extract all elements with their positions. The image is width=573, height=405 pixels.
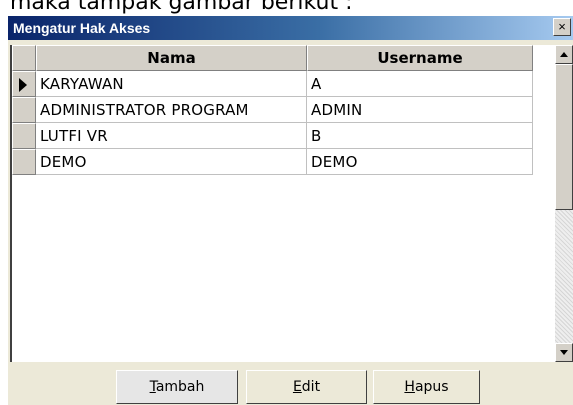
scroll-down-button[interactable] <box>555 343 573 362</box>
window-titlebar[interactable]: Mengatur Hak Akses × <box>8 16 573 40</box>
table-row[interactable]: ADMINISTRATOR PROGRAM ADMIN <box>12 97 533 123</box>
cell-nama[interactable]: ADMINISTRATOR PROGRAM <box>36 97 307 123</box>
table-row[interactable]: KARYAWAN A <box>12 71 533 97</box>
row-selector[interactable] <box>12 123 36 149</box>
user-access-grid[interactable]: Nama Username KARYAWAN A ADMINISTRATOR P… <box>10 45 555 362</box>
window-title: Mengatur Hak Akses <box>13 20 151 36</box>
row-selector[interactable] <box>12 149 36 175</box>
cell-username[interactable]: B <box>307 123 533 149</box>
hapus-button[interactable]: Hapus <box>373 370 480 404</box>
cell-username[interactable]: DEMO <box>307 149 533 175</box>
arrow-down-icon <box>560 350 568 355</box>
row-pointer-icon <box>19 78 27 92</box>
cell-nama[interactable]: LUTFI VR <box>36 123 307 149</box>
cell-nama[interactable]: DEMO <box>36 149 307 175</box>
scroll-thumb[interactable] <box>555 64 573 210</box>
row-selector[interactable] <box>12 97 36 123</box>
vertical-scrollbar[interactable] <box>555 45 573 362</box>
tambah-button[interactable]: Tambah <box>116 370 238 404</box>
cell-username[interactable]: A <box>307 71 533 97</box>
close-button[interactable]: × <box>553 18 571 36</box>
cell-username[interactable]: ADMIN <box>307 97 533 123</box>
column-header-nama[interactable]: Nama <box>36 45 307 71</box>
hapus-label: Hapus <box>404 379 449 395</box>
row-selector[interactable] <box>12 71 36 97</box>
edit-label: Edit <box>292 379 321 395</box>
table-row[interactable]: DEMO DEMO <box>12 149 533 175</box>
hak-akses-window: Mengatur Hak Akses × Nama Username KARYA… <box>8 16 573 405</box>
button-bar: Tambah Edit Hapus <box>8 362 573 405</box>
arrow-up-icon <box>560 52 568 57</box>
table-row[interactable]: LUTFI VR B <box>12 123 533 149</box>
close-icon: × <box>558 19 566 34</box>
column-header-username[interactable]: Username <box>307 45 533 71</box>
scroll-up-button[interactable] <box>555 45 573 64</box>
tambah-label: Tambah <box>149 379 205 395</box>
cell-nama[interactable]: KARYAWAN <box>36 71 307 97</box>
edit-button[interactable]: Edit <box>246 370 367 404</box>
header-indicator-cell <box>12 45 36 71</box>
